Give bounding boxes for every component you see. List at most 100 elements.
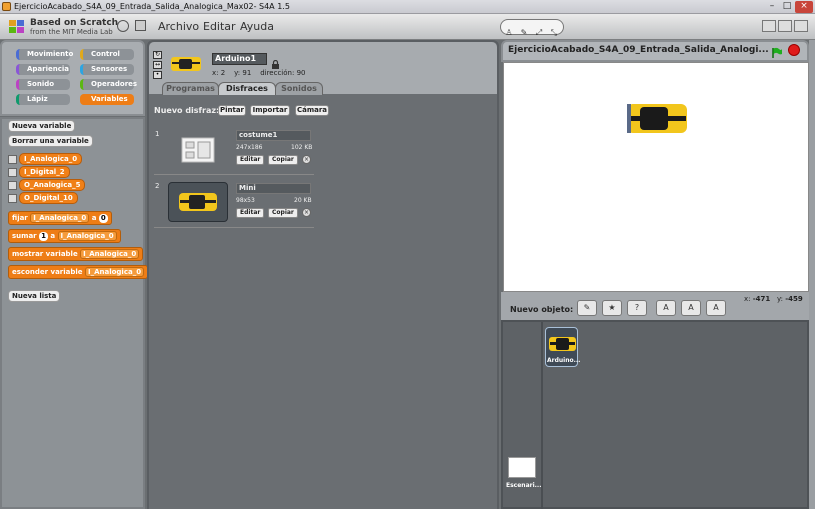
- normal-stage-icon[interactable]: [778, 20, 792, 32]
- green-flag-icon[interactable]: [771, 44, 783, 58]
- variable-dropdown[interactable]: I_Analogica_0: [57, 231, 117, 241]
- shrink-tool-icon[interactable]: ⤡: [547, 27, 561, 39]
- category-sensores[interactable]: Sensores: [80, 64, 134, 75]
- tab-programas[interactable]: Programas: [162, 82, 219, 95]
- stage-thumbnail-label: Escenari...: [506, 482, 542, 489]
- show-variable-block[interactable]: mostrar variable I_Analogica_0: [8, 247, 144, 261]
- mouse-x-label: x:: [744, 295, 751, 303]
- category-lapiz[interactable]: Lápiz: [16, 94, 70, 105]
- delete-costume-icon[interactable]: ×: [302, 208, 311, 217]
- block-label: a: [50, 232, 56, 240]
- rotate-full-icon[interactable]: ↻: [153, 51, 162, 59]
- paint-button[interactable]: Pintar: [218, 105, 246, 116]
- value-input[interactable]: 0: [98, 213, 108, 223]
- x-value: 2: [220, 69, 226, 77]
- random-sprite-icon[interactable]: ?: [627, 300, 647, 316]
- stage-sprite-car[interactable]: [626, 102, 688, 135]
- edit-costume-button[interactable]: Editar: [236, 208, 265, 218]
- copy-costume-button[interactable]: Copiar: [268, 208, 298, 218]
- tab-disfraces[interactable]: Disfraces: [218, 82, 276, 95]
- category-apariencia[interactable]: Apariencia: [16, 64, 70, 75]
- stage-sprite-divider: [541, 322, 543, 509]
- lock-icon[interactable]: [272, 54, 279, 69]
- set-variable-block[interactable]: fijar I_Analogica_0 a 0: [8, 211, 112, 225]
- divider: [154, 174, 314, 175]
- variable-reporter[interactable]: O_Digital_10: [19, 192, 78, 204]
- variable-checkbox[interactable]: [8, 181, 17, 190]
- sprite-thumbnail: [170, 54, 202, 74]
- arduino-board-edit-icon[interactable]: A: [681, 300, 701, 316]
- variable-reporter[interactable]: I_Digital_2: [19, 166, 70, 178]
- y-value: 91: [242, 69, 252, 77]
- arduino-board-icon[interactable]: A: [656, 300, 676, 316]
- variable-checkbox[interactable]: [8, 194, 17, 203]
- brand-title: Based on Scratch: [30, 18, 119, 28]
- sprite-tile-label: Arduino...: [547, 357, 581, 364]
- save-disk-icon[interactable]: [135, 20, 146, 31]
- block-label: fijar: [12, 214, 28, 222]
- language-globe-icon[interactable]: [117, 20, 129, 32]
- mouse-coords: x: -471 y: -459: [744, 295, 803, 303]
- menu-bar: Based on Scratch from the MIT Media Lab …: [0, 14, 815, 40]
- variable-checkbox[interactable]: [8, 168, 17, 177]
- mouse-y-label: y:: [776, 295, 783, 303]
- window-edge: [809, 40, 815, 509]
- small-stage-icon[interactable]: [762, 20, 776, 32]
- window-title-bar: EjercicioAcabado_S4A_09_Entrada_Salida_A…: [0, 0, 815, 14]
- edit-costume-button[interactable]: Editar: [236, 155, 265, 165]
- value-input[interactable]: 1: [39, 231, 48, 241]
- sprite-from-file-icon[interactable]: ★: [602, 300, 622, 316]
- copy-costume-button[interactable]: Copiar: [268, 155, 298, 165]
- presentation-mode-icon[interactable]: [794, 20, 808, 32]
- minimize-button[interactable]: –: [765, 1, 779, 13]
- delete-variable-button[interactable]: Borrar una variable: [8, 135, 93, 147]
- scratch-logo: [8, 18, 30, 36]
- category-control[interactable]: Control: [80, 49, 134, 60]
- stage-thumbnail[interactable]: [508, 457, 536, 478]
- duplicate-tool-icon[interactable]: ♙: [502, 27, 516, 39]
- arduino-connect-icon[interactable]: A: [706, 300, 726, 316]
- variable-reporter[interactable]: I_Analogica_0: [19, 153, 83, 165]
- sprite-coords: x: 2 y: 91 dirección: 90: [212, 69, 305, 77]
- sprite-tile-arduino[interactable]: Arduino...: [545, 327, 581, 367]
- block-label: a: [91, 214, 97, 222]
- stage-canvas[interactable]: [503, 62, 809, 292]
- new-variable-button[interactable]: Nueva variable: [8, 120, 76, 132]
- sprite-name-field[interactable]: Arduino1: [212, 53, 267, 65]
- category-variables[interactable]: Variables: [80, 94, 134, 105]
- paint-sprite-icon[interactable]: ✎: [577, 300, 597, 316]
- costume-name[interactable]: Mini: [236, 183, 311, 194]
- variable-checkbox[interactable]: [8, 155, 17, 164]
- camera-button[interactable]: Cámara: [295, 105, 329, 116]
- category-operadores[interactable]: Operadores: [80, 79, 137, 90]
- delete-tool-icon[interactable]: ✎: [517, 27, 531, 39]
- maximize-button[interactable]: □: [780, 1, 794, 13]
- stop-icon[interactable]: [788, 44, 800, 56]
- tab-sonidos[interactable]: Sonidos: [275, 82, 323, 95]
- costume-thumbnail-selected[interactable]: [168, 182, 228, 222]
- y-label: y:: [234, 69, 241, 77]
- rotate-none-icon[interactable]: •: [153, 71, 162, 79]
- block-label: sumar: [12, 232, 37, 240]
- costume-name[interactable]: costume1: [236, 130, 311, 141]
- hide-variable-block[interactable]: esconder variable I_Analogica_0: [8, 265, 149, 279]
- mouse-x-value: -471: [752, 295, 771, 303]
- delete-costume-icon[interactable]: ×: [302, 155, 311, 164]
- grow-tool-icon[interactable]: ⤢: [532, 27, 546, 39]
- rotate-flip-icon[interactable]: ↔: [153, 61, 162, 69]
- menu-ayuda[interactable]: Ayuda: [240, 20, 274, 33]
- variable-reporter[interactable]: O_Analogica_5: [19, 179, 86, 191]
- variable-dropdown[interactable]: I_Analogica_0: [30, 213, 90, 223]
- variable-dropdown[interactable]: I_Analogica_0: [84, 267, 145, 277]
- change-variable-block[interactable]: sumar 1 a I_Analogica_0: [8, 229, 121, 243]
- close-button[interactable]: ×: [795, 1, 813, 13]
- variable-dropdown[interactable]: I_Analogica_0: [80, 249, 140, 259]
- new-list-button[interactable]: Nueva lista: [8, 290, 61, 302]
- costume-thumbnail[interactable]: [168, 130, 228, 170]
- import-button[interactable]: Importar: [250, 105, 290, 116]
- category-movimiento[interactable]: Movimiento: [16, 49, 73, 60]
- category-sonido[interactable]: Sonido: [16, 79, 70, 90]
- menu-archivo[interactable]: Archivo: [158, 20, 199, 33]
- menu-editar[interactable]: Editar: [203, 20, 236, 33]
- costume-number: 1: [155, 130, 160, 138]
